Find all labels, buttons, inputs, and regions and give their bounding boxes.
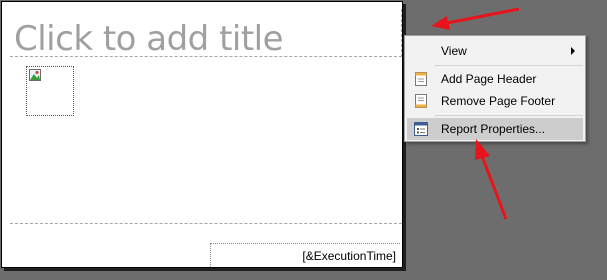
menu-item-label: View (441, 44, 467, 58)
menu-item-remove-page-footer[interactable]: Remove Page Footer (407, 90, 583, 112)
menu-item-view[interactable]: View (407, 40, 583, 62)
menu-separator (435, 115, 583, 116)
submenu-arrow-icon (571, 47, 575, 55)
execution-time-textbox[interactable]: [&ExecutionTime] (210, 243, 400, 267)
image-placeholder[interactable] (26, 66, 74, 116)
arrow-icon (475, 139, 508, 220)
page-footer-icon (415, 94, 427, 108)
menu-separator (435, 65, 583, 66)
title-textbox[interactable]: Click to add title (10, 9, 402, 59)
page-header-icon (415, 72, 427, 86)
menu-item-label: Remove Page Footer (441, 94, 556, 108)
image-icon (29, 69, 41, 81)
execution-time-expression: [&ExecutionTime] (302, 249, 396, 263)
menu-item-add-page-header[interactable]: Add Page Header (407, 68, 583, 90)
report-properties-icon (414, 122, 428, 136)
title-placeholder: Click to add title (14, 19, 284, 59)
page-footer-divider (10, 223, 402, 224)
menu-item-report-properties[interactable]: Report Properties... (407, 118, 583, 140)
report-page[interactable]: Click to add title [&ExecutionTime] (1, 1, 403, 268)
context-menu: View Add Page Header Remove Page Footer (404, 35, 586, 142)
menu-item-label: Report Properties... (441, 122, 546, 136)
arrow-icon (431, 7, 520, 30)
report-design-surface[interactable]: Click to add title [&ExecutionTime] View (0, 0, 607, 280)
menu-item-label: Add Page Header (441, 72, 537, 86)
